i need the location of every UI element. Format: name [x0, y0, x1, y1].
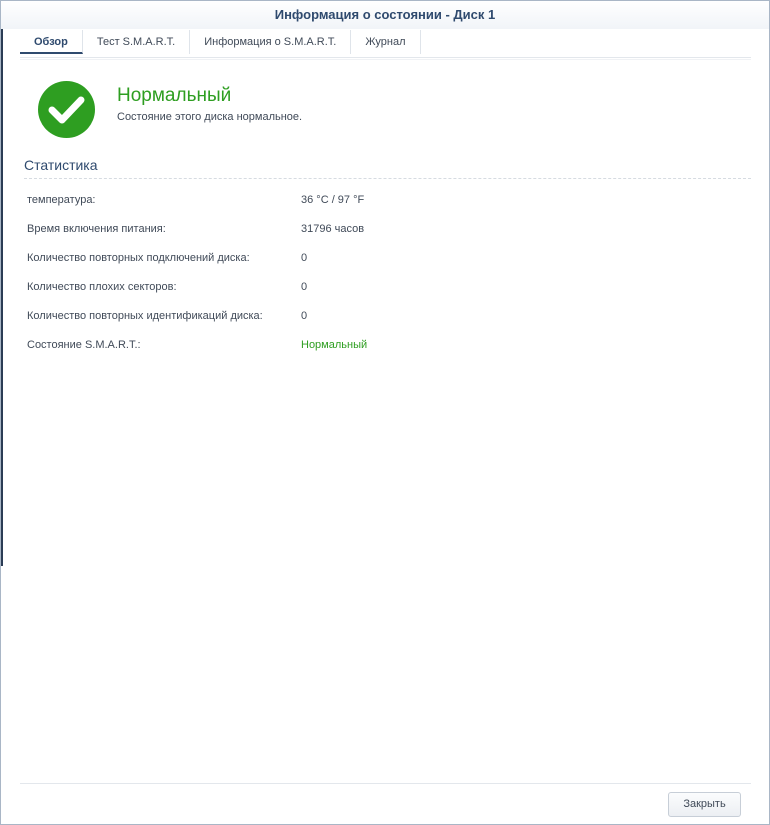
section-heading: Статистика [24, 157, 98, 173]
check-circle-icon [38, 81, 95, 138]
tab-overview[interactable]: Обзор [20, 30, 83, 54]
stat-row-reidentifications: Количество повторных идентификаций диска… [27, 301, 747, 330]
tab-log[interactable]: Журнал [351, 30, 421, 54]
stat-value: 0 [301, 310, 308, 322]
stat-label: Состояние S.M.A.R.T.: [27, 339, 141, 351]
tab-bar: Обзор Тест S.M.A.R.T. Информация о S.M.A… [20, 30, 421, 54]
stat-row-bad-sectors: Количество плохих секторов: 0 [27, 272, 747, 301]
stat-value: 36 °C / 97 °F [301, 194, 365, 206]
title-bar[interactable]: Информация о состоянии - Диск 1 [1, 1, 769, 29]
stat-value: 31796 часов [301, 223, 365, 235]
status-title: Нормальный [117, 85, 232, 106]
stat-label: температура: [27, 194, 96, 206]
section-divider [24, 178, 751, 179]
tab-divider [20, 57, 751, 58]
status-description: Состояние этого диска нормальное. [117, 111, 303, 123]
stat-row-power-on-time: Время включения питания: 31796 часов [27, 214, 747, 243]
tab-smart-info[interactable]: Информация о S.M.A.R.T. [190, 30, 352, 54]
stat-label: Количество повторных идентификаций диска… [27, 310, 263, 322]
tab-divider-shadow [20, 59, 751, 60]
stat-row-reconnections: Количество повторных подключений диска: … [27, 243, 747, 272]
window-edge [1, 1, 3, 566]
stat-label: Количество повторных подключений диска: [27, 252, 250, 264]
stat-value: 0 [301, 281, 308, 293]
tab-smart-test[interactable]: Тест S.M.A.R.T. [83, 30, 191, 54]
stat-label: Количество плохих секторов: [27, 281, 177, 293]
stat-value: 0 [301, 252, 308, 264]
statistics-list: температура: 36 °C / 97 °F Время включен… [27, 185, 747, 359]
stat-label: Время включения питания: [27, 223, 166, 235]
stat-row-smart-status: Состояние S.M.A.R.T.: Нормальный [27, 330, 747, 359]
stat-row-temperature: температура: 36 °C / 97 °F [27, 185, 747, 214]
close-button[interactable]: Закрыть [668, 792, 741, 817]
stat-value: Нормальный [301, 339, 368, 351]
footer-divider [20, 783, 751, 784]
dialog-title: Информация о состоянии - Диск 1 [274, 7, 496, 22]
status-dialog: Информация о состоянии - Диск 1 Обзор Те… [0, 0, 770, 825]
